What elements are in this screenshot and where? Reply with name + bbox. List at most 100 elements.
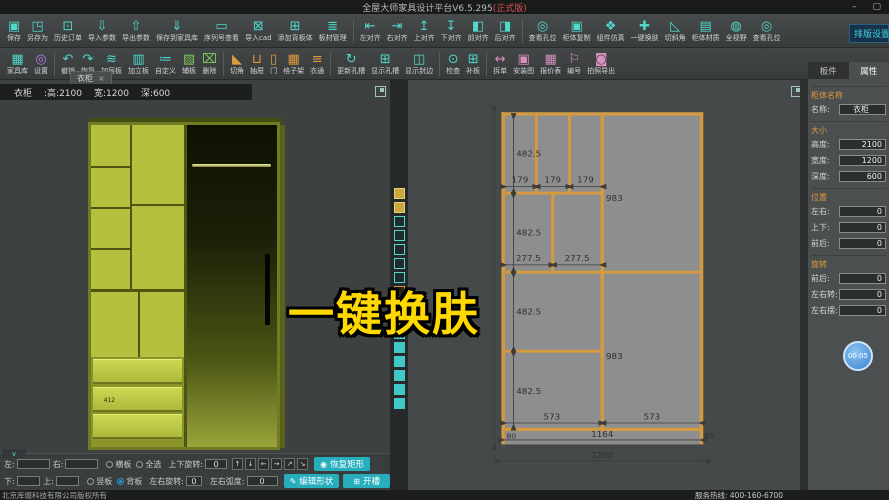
property-input[interactable]: 0 xyxy=(839,289,886,300)
mid-tool-icon[interactable] xyxy=(394,216,405,227)
toolbar-button[interactable]: ◎查看孔位 xyxy=(750,18,784,44)
mid-tool-icon[interactable] xyxy=(394,384,405,395)
property-input[interactable]: 0 xyxy=(839,238,886,249)
radio-icon[interactable] xyxy=(117,478,124,485)
toolbar-button[interactable]: ◙拍照导出 xyxy=(584,51,618,77)
mid-tool-icon[interactable] xyxy=(394,244,405,255)
property-input[interactable]: 600 xyxy=(839,171,886,182)
panel-divider-scrollbar[interactable] xyxy=(800,80,808,490)
mid-tool-icon[interactable] xyxy=(394,202,405,213)
property-input[interactable]: 0 xyxy=(839,222,886,233)
toolbar-button[interactable]: ◣切角 xyxy=(227,51,247,77)
edit-shape-button[interactable]: ✎ 编辑形状 xyxy=(284,474,340,488)
toolbar-button[interactable]: ▣柜体复制 xyxy=(560,18,594,44)
maximize-icon[interactable]: ▢ xyxy=(872,2,881,12)
timer-badge[interactable]: 00:05 xyxy=(843,341,873,371)
toolbar-button[interactable]: ✚一键换肤 xyxy=(628,18,662,44)
toolbar-button[interactable]: ◍全视野 xyxy=(723,18,750,44)
toolbar-button[interactable]: ▣保存 xyxy=(4,18,24,44)
document-tab[interactable]: 衣柜 × xyxy=(70,71,112,84)
nudge-arrow-button[interactable]: ← xyxy=(258,458,269,470)
close-icon[interactable]: × xyxy=(98,74,105,83)
bottom-offset-input[interactable] xyxy=(17,476,40,486)
toolbar-button[interactable]: ❖组件仿真 xyxy=(594,18,628,44)
expand-view-icon[interactable] xyxy=(375,86,386,97)
tab-attributes[interactable]: 属性 xyxy=(849,62,889,79)
radio-icon[interactable] xyxy=(106,461,113,468)
mid-tool-icon[interactable] xyxy=(394,398,405,409)
toolbar-button[interactable]: ◳另存为 xyxy=(24,18,51,44)
radio-option[interactable]: 背板 xyxy=(117,476,142,487)
toolbar-button[interactable]: ⊞显示孔槽 xyxy=(368,51,402,77)
nudge-arrow-button[interactable]: ↑ xyxy=(232,458,243,470)
toolbar-button[interactable]: ◎设置 xyxy=(31,51,51,77)
toolbar-button[interactable]: ⚐编号 xyxy=(564,51,584,77)
leftright-rotation-input[interactable]: 0 xyxy=(186,476,202,486)
collapse-chevron-icon[interactable]: ∨ xyxy=(2,449,26,458)
toolbar-button[interactable]: ▧辅板 xyxy=(179,51,199,77)
restore-rectangle-button[interactable]: ◉ 恢复矩形 xyxy=(314,457,370,471)
3d-view-panel[interactable]: < 衣柜 :高:2100 宽:1200 深:600 xyxy=(0,80,390,453)
toolbar-button[interactable]: ⊔抽屉 xyxy=(247,51,267,77)
slot-button[interactable]: ⊞ 开槽 xyxy=(343,474,390,488)
toolbar-button[interactable]: ≡衣通 xyxy=(307,51,327,77)
radio-option[interactable]: 横板 xyxy=(106,459,131,470)
mid-tool-icon[interactable] xyxy=(394,230,405,241)
toolbar-button[interactable]: ⊙检查 xyxy=(443,51,463,77)
toolbar-button[interactable]: ≔自定义 xyxy=(152,51,179,77)
toolbar-button[interactable]: ◫显示封边 xyxy=(402,51,436,77)
toolbar-button[interactable]: ⇩导入参数 xyxy=(85,18,119,44)
wardrobe-3d-model[interactable]: 412 xyxy=(88,118,285,450)
layout-settings-button[interactable]: 排版设置 xyxy=(849,24,889,43)
radio-option[interactable]: 竖板 xyxy=(87,476,112,487)
toolbar-button[interactable]: ◨后对齐 xyxy=(492,18,519,44)
toolbar-button[interactable]: ▦报价表 xyxy=(537,51,564,77)
updown-rotation-input[interactable]: 0 xyxy=(205,459,227,469)
property-input[interactable]: 1200 xyxy=(839,155,886,166)
radio-icon[interactable] xyxy=(87,478,94,485)
nudge-arrow-button[interactable]: ↓ xyxy=(245,458,256,470)
property-input[interactable]: 0 xyxy=(839,273,886,284)
property-input[interactable]: 2100 xyxy=(839,139,886,150)
toolbar-button[interactable]: ⊞补板 xyxy=(463,51,483,77)
toolbar-button[interactable]: ▥加立板 xyxy=(125,51,152,77)
tab-boards[interactable]: 板件 xyxy=(808,62,849,79)
toolbar-button[interactable]: ⊠导入cad xyxy=(242,18,275,44)
mid-tool-icon[interactable] xyxy=(394,370,405,381)
right-offset-input[interactable] xyxy=(65,459,98,469)
top-offset-input[interactable] xyxy=(56,476,79,486)
toolbar-button[interactable]: ≣板材管理 xyxy=(316,18,350,44)
minimize-icon[interactable]: – xyxy=(852,2,857,12)
toolbar-button[interactable]: ▭序列号查看 xyxy=(201,18,242,44)
nudge-arrow-button[interactable]: ↘ xyxy=(297,458,308,470)
left-offset-input[interactable] xyxy=(17,459,50,469)
toolbar-button[interactable]: ▣安装图 xyxy=(510,51,537,77)
toolbar-button[interactable]: ▦家具库 xyxy=(4,51,31,77)
toolbar-button[interactable]: ⌧删除 xyxy=(199,51,220,77)
toolbar-button[interactable]: ↔拆单 xyxy=(490,51,510,77)
mid-tool-icon[interactable] xyxy=(394,258,405,269)
toolbar-button[interactable]: ⇥右对齐 xyxy=(384,18,411,44)
nudge-arrow-button[interactable]: ↗ xyxy=(284,458,295,470)
radio-icon[interactable] xyxy=(136,461,143,468)
property-input[interactable]: 衣柜 xyxy=(839,104,886,115)
mid-tool-icon[interactable] xyxy=(394,188,405,199)
toolbar-button[interactable]: ▦格子架 xyxy=(280,51,307,77)
toolbar-button[interactable]: ↻更新孔槽 xyxy=(334,51,368,77)
toolbar-button[interactable]: ◺切斜角 xyxy=(662,18,689,44)
toolbar-button[interactable]: ▯门 xyxy=(267,51,280,77)
toolbar-button[interactable]: ◧前对齐 xyxy=(465,18,492,44)
arc-input[interactable]: 0 xyxy=(247,476,278,486)
nudge-arrow-button[interactable]: → xyxy=(271,458,282,470)
property-input[interactable]: 0 xyxy=(839,206,886,217)
toolbar-button[interactable]: ◎查看孔位 xyxy=(526,18,560,44)
toolbar-button[interactable]: ⊡历史订单 xyxy=(51,18,85,44)
radio-option[interactable]: 全选 xyxy=(136,459,161,470)
toolbar-button[interactable]: ⇧导出参数 xyxy=(119,18,153,44)
toolbar-button[interactable]: ⇤左对齐 xyxy=(357,18,384,44)
toolbar-button[interactable]: ⊞添加背板体 xyxy=(275,18,316,44)
toolbar-button[interactable]: ↥上对齐 xyxy=(411,18,438,44)
toolbar-button[interactable]: ▤柜体材质 xyxy=(689,18,723,44)
mid-tool-icon[interactable] xyxy=(394,356,405,367)
property-input[interactable]: 0 xyxy=(839,305,886,316)
